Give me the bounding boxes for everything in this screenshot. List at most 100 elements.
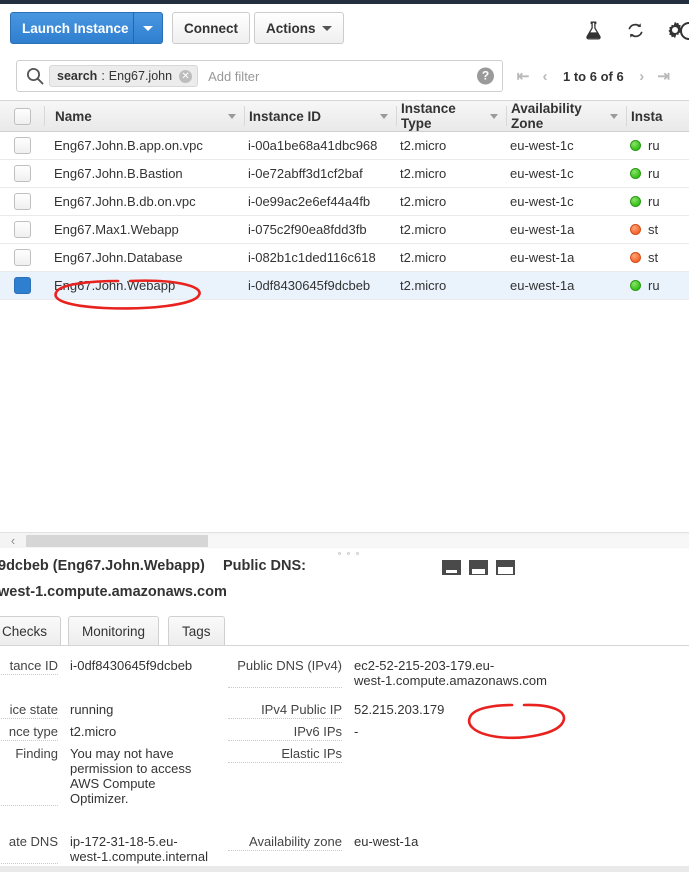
table-row[interactable]: Eng67.John.Webapp i-0df8430645f9dcbeb t2.m…	[0, 272, 689, 300]
connect-label: Connect	[184, 20, 238, 36]
column-header-instance-id-label: Instance ID	[249, 108, 322, 124]
refresh-icon[interactable]	[625, 20, 645, 40]
detail-field: nce type t2.micro	[0, 724, 116, 741]
cell-instance-id: i-075c2f90ea8fdd3fb	[248, 222, 367, 237]
row-checkbox-cell[interactable]	[0, 249, 44, 266]
actions-button[interactable]: Actions	[254, 12, 344, 44]
scrollbar-thumb[interactable]	[26, 535, 208, 547]
cell-instance-type: t2.micro	[400, 194, 447, 209]
cell-instance-id: i-0df8430645f9dcbeb	[248, 278, 371, 293]
connect-button[interactable]: Connect	[172, 12, 250, 44]
pagination-first-button[interactable]: ⇤	[512, 60, 534, 92]
detail-field: Finding You may not have permission to acc…	[0, 746, 191, 806]
search-filter-box[interactable]: search : Eng67.john ✕ Add filter ?	[16, 60, 503, 92]
pagination-next-button[interactable]: ›	[631, 60, 653, 92]
row-checkbox-cell[interactable]	[0, 221, 44, 238]
panel-large-icon[interactable]	[496, 560, 515, 575]
tab-tags[interactable]: Tags	[168, 616, 225, 645]
select-all-checkbox[interactable]	[13, 107, 31, 125]
detail-field-value: 52.215.203.179	[354, 702, 444, 719]
detail-field: ate DNS ip-172-31-18-5.eu-west-1.compute.…	[0, 834, 208, 864]
row-checkbox-cell[interactable]	[0, 137, 44, 154]
cell-instance-state-label: st	[648, 250, 659, 265]
row-checkbox-cell[interactable]	[0, 193, 44, 210]
row-checkbox-cell[interactable]	[0, 165, 44, 182]
detail-field-value: t2.micro	[70, 724, 116, 741]
detail-field-value: eu-west-1a	[354, 834, 418, 851]
search-icon	[27, 68, 44, 85]
detail-field: IPv4 Public IP 52.215.203.179	[228, 702, 444, 719]
column-header-instance-type-label: Instance Type	[401, 101, 456, 131]
cell-instance-state: ru	[626, 166, 689, 181]
cell-instance-type: t2.micro	[400, 250, 447, 265]
pagination-prev-button[interactable]: ‹	[534, 60, 556, 92]
detail-field-value-line: t2.micro	[70, 724, 117, 739]
row-checkbox[interactable]	[13, 221, 31, 238]
panel-medium-icon[interactable]	[469, 560, 488, 575]
caret-down-icon	[143, 25, 153, 31]
pagination-count: 1 to 6 of 6	[563, 68, 624, 84]
cell-instance-id: i-00a1be68a41dbc968	[248, 138, 378, 153]
detail-field-value-line: 52.215.203.179	[354, 702, 445, 717]
cell-name: Eng67.John.B.app.on.vpc	[54, 138, 203, 153]
close-icon[interactable]: ✕	[179, 69, 193, 83]
chevron-down-icon[interactable]	[228, 113, 236, 119]
table-row[interactable]: Eng67.Max1.Webapp i-075c2f90ea8fdd3fb t2.m…	[0, 216, 689, 244]
column-header-instance-state[interactable]: Insta	[626, 106, 689, 126]
detail-field: ice state running	[0, 702, 113, 719]
tab-status-checks[interactable]: Checks	[0, 616, 62, 645]
table-row[interactable]: Eng67.John.B.db.on.vpc i-0e99ac2e6ef44a4f…	[0, 188, 689, 216]
launch-instance-dropdown-button[interactable]	[133, 12, 163, 44]
table-body: Eng67.John.B.app.on.vpc i-00a1be68a41dbc9…	[0, 132, 689, 300]
column-header-name[interactable]: Name	[44, 106, 244, 126]
detail-field-value-line: AWS Compute	[70, 776, 156, 791]
chevron-left-icon[interactable]: ‹	[0, 533, 26, 548]
table-row[interactable]: Eng67.John.B.Bastion i-0e72abff3d1cf2baf t…	[0, 160, 689, 188]
question-mark-icon[interactable]: ?	[477, 67, 494, 85]
chevron-down-icon[interactable]	[610, 113, 618, 119]
cell-instance-state-label: ru	[648, 166, 660, 181]
table-row[interactable]: Eng67.John.B.app.on.vpc i-00a1be68a41dbc9…	[0, 132, 689, 160]
detail-field-value-line: permission to access	[70, 761, 192, 776]
column-header-instance-type[interactable]: Instance Type	[396, 101, 506, 131]
flask-icon[interactable]	[583, 20, 603, 40]
row-checkbox[interactable]	[13, 165, 31, 182]
cell-instance-state: st	[626, 222, 689, 237]
detail-field-label: nce type	[0, 724, 58, 741]
row-checkbox[interactable]	[13, 249, 31, 266]
detail-title: 9dcbeb (Eng67.John.Webapp)	[0, 558, 205, 574]
search-filter-token[interactable]: search : Eng67.john ✕	[49, 65, 199, 87]
detail-field-value-line: -	[354, 724, 359, 739]
status-badge	[630, 252, 641, 263]
column-header-instance-id[interactable]: Instance ID	[244, 106, 396, 126]
tab-monitoring[interactable]: Monitoring	[68, 616, 160, 645]
status-badge	[630, 280, 641, 291]
horizontal-scrollbar[interactable]: ‹	[0, 532, 689, 548]
detail-field: tance ID i-0df8430645f9dcbeb	[0, 658, 192, 675]
panel-resize-grip[interactable]	[338, 552, 359, 555]
chevron-down-icon[interactable]	[380, 113, 388, 119]
toolbar-icon-group	[583, 20, 685, 40]
pagination-last-button[interactable]: ⇥	[653, 60, 675, 92]
add-filter-placeholder[interactable]: Add filter	[208, 69, 259, 84]
panel-small-icon[interactable]	[442, 560, 461, 575]
row-checkbox[interactable]	[13, 137, 31, 154]
select-all-checkbox-cell[interactable]	[0, 107, 44, 125]
detail-field-value-line: ec2-52-215-203-179.eu-	[354, 658, 495, 673]
detail-field-value: ec2-52-215-203-179.eu-west-1.compute.ama…	[354, 658, 547, 688]
launch-instance-button[interactable]: Launch Instance	[10, 12, 141, 44]
launch-instance-label: Launch Instance	[22, 20, 129, 36]
cell-availability-zone: eu-west-1a	[510, 278, 575, 293]
search-token-value: Eng67.john	[108, 69, 173, 83]
row-checkbox[interactable]	[13, 193, 31, 210]
pagination: ⇤ ‹ 1 to 6 of 6 › ⇥	[512, 60, 675, 92]
column-header-availability-zone[interactable]: Availability Zone	[506, 101, 626, 131]
cell-instance-state: st	[626, 250, 689, 265]
table-row[interactable]: Eng67.John.Database i-082b1c1ded116c618 t2…	[0, 244, 689, 272]
row-checkbox[interactable]	[13, 277, 31, 294]
row-checkbox-cell[interactable]	[0, 277, 44, 294]
search-token-key: search	[57, 69, 98, 83]
detail-field-value: i-0df8430645f9dcbeb	[70, 658, 192, 675]
chevron-down-icon[interactable]	[490, 113, 498, 119]
cell-instance-state: ru	[626, 138, 689, 153]
